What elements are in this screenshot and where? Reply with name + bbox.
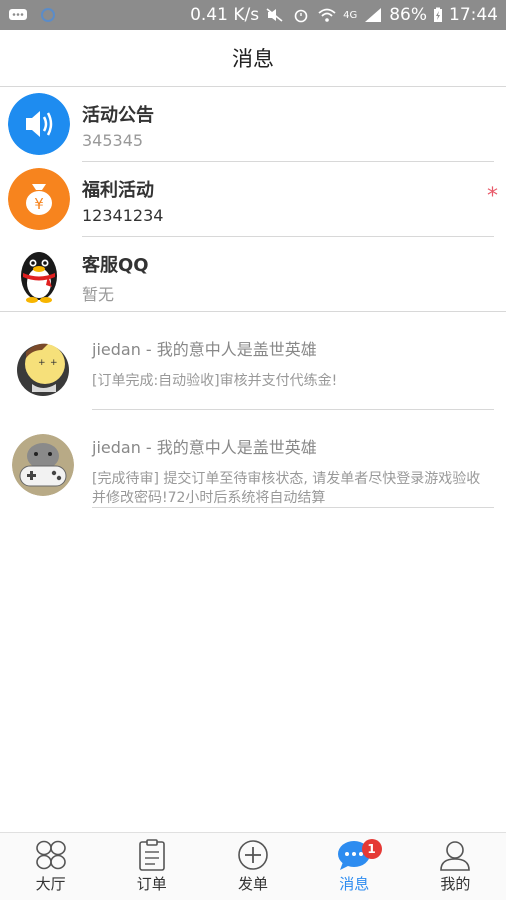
svg-text:+: + (50, 358, 58, 368)
tab-publish[interactable]: 发单 (202, 833, 303, 900)
item-title: 活动公告 (82, 105, 154, 126)
tab-label: 我的 (440, 875, 471, 893)
battery-icon (434, 7, 442, 22)
unread-badge: 1 (361, 839, 382, 859)
user-icon (440, 841, 471, 871)
chat-notification-icon (9, 9, 27, 20)
signal-icon (365, 8, 382, 22)
chat-sender: jiedan - 我的意中人是盖世英雄 (92, 340, 317, 359)
clipboard-icon (138, 839, 165, 871)
chat-preview: [订单完成:自动验收]审核并支付代练金! (92, 373, 338, 389)
battery-percent: 86% (389, 5, 427, 25)
speaker-icon (8, 93, 70, 155)
chat-preview: [完成待审] 提交订单至待审核状态, 请发单者尽快登录游戏验收并修改密码!72小… (92, 471, 481, 506)
list-item-welfare[interactable]: ¥ 福利活动 12341234 * (0, 162, 506, 237)
svg-text:¥: ¥ (34, 195, 44, 213)
qq-penguin-icon (21, 252, 57, 303)
item-title: 福利活动 (82, 180, 154, 201)
message-list: 活动公告 345345 ¥ 福利活动 12341234 * 客服QQ 暂无 + … (0, 87, 506, 508)
tab-lobby[interactable]: 大厅 (0, 833, 101, 900)
page-title: 消息 (232, 47, 274, 71)
alarm-icon (294, 9, 308, 23)
tab-label: 订单 (136, 875, 167, 893)
app-notification-icon (41, 8, 55, 22)
network-type: 4G (343, 9, 358, 21)
tab-label: 消息 (339, 875, 370, 893)
bottom-tab-bar: 大厅 订单 发单 1 消息 我的 (0, 832, 506, 900)
item-title: 客服QQ (82, 255, 149, 276)
plus-circle-icon (238, 840, 268, 870)
item-desc: 345345 (82, 131, 144, 150)
money-bag-icon: ¥ (8, 168, 70, 230)
page-header: 消息 (0, 30, 506, 87)
divider (92, 507, 494, 508)
svg-text:+: + (38, 358, 46, 368)
chat-item[interactable]: + + jiedan - 我的意中人是盖世英雄 [订单完成:自动验收]审核并支付代… (0, 312, 506, 410)
chat-item[interactable]: jiedan - 我的意中人是盖世英雄 [完成待审] 提交订单至待审核状态, 请… (0, 410, 506, 508)
grid-icon (35, 840, 66, 870)
status-bar: 0.41 K/s 4G 86% 17:44 (0, 0, 506, 30)
tab-label: 大厅 (35, 875, 66, 893)
mute-icon (266, 8, 283, 22)
network-speed: 0.41 K/s (190, 5, 260, 25)
avatar: + + (12, 336, 74, 398)
tab-label: 发单 (238, 875, 269, 893)
tab-profile[interactable]: 我的 (405, 833, 506, 900)
item-desc: 暂无 (82, 285, 115, 304)
wifi-icon (318, 8, 336, 22)
avatar (12, 434, 74, 496)
tab-messages[interactable]: 1 消息 (304, 833, 405, 900)
list-item-announcement[interactable]: 活动公告 345345 (0, 87, 506, 162)
list-item-customer-service[interactable]: 客服QQ 暂无 (0, 237, 506, 312)
tab-orders[interactable]: 订单 (101, 833, 202, 900)
unread-flag: * (487, 184, 498, 209)
item-desc: 12341234 (82, 206, 164, 225)
chat-sender: jiedan - 我的意中人是盖世英雄 (92, 438, 317, 457)
clock: 17:44 (449, 5, 498, 25)
